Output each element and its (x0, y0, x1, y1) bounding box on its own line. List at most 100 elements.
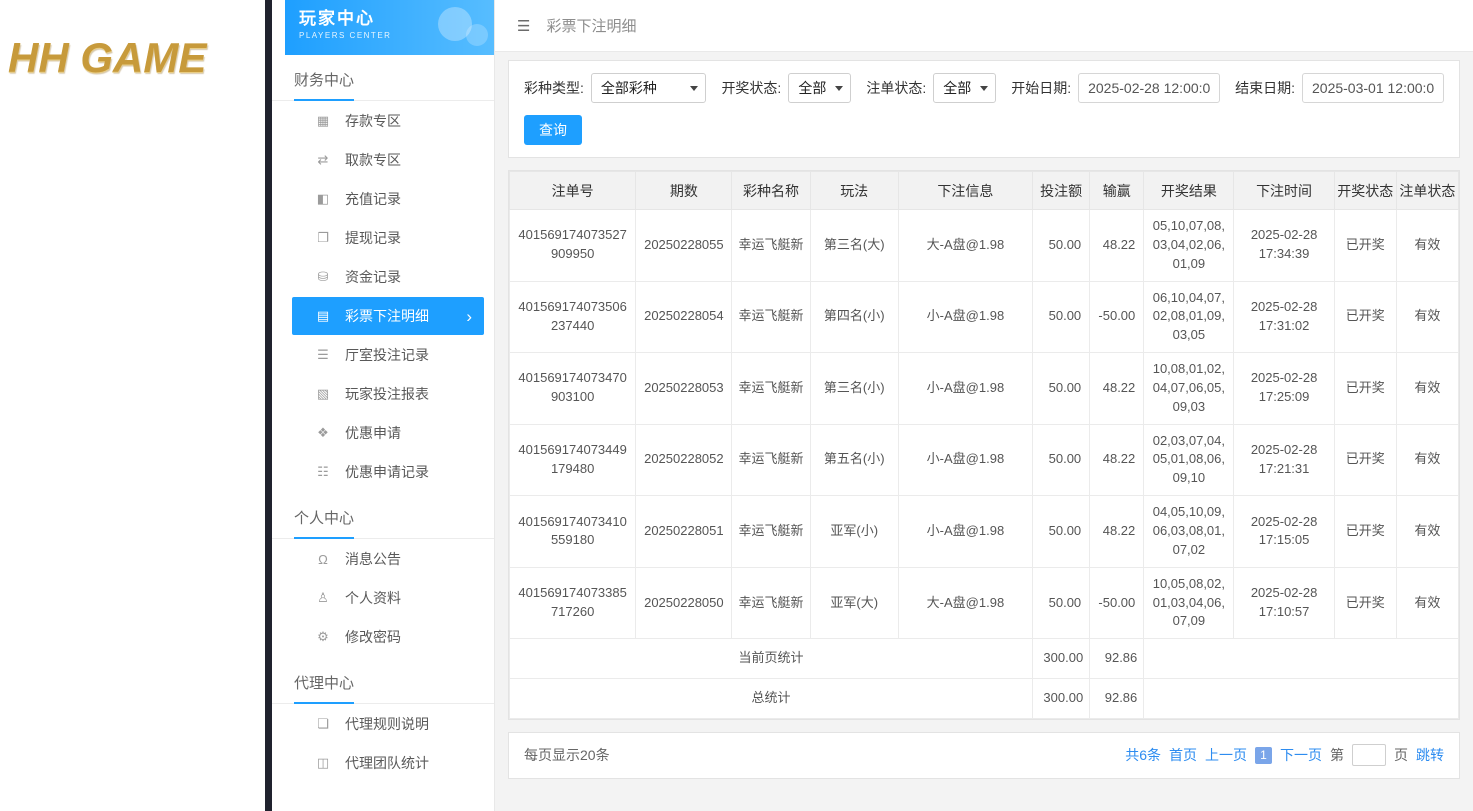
sidebar-item-promo-application-records[interactable]: ☷ 优惠申请记录 (292, 453, 484, 491)
cell-draw-status: 已开奖 (1333, 566, 1397, 640)
search-button[interactable]: 查询 (524, 115, 582, 145)
cell-win-loss: 48.22 (1089, 423, 1145, 497)
cell-order-status: 有效 (1395, 280, 1459, 354)
cell-draw-result: 02,03,07,04,05,01,08,06,09,10 (1143, 423, 1235, 497)
page-title: 彩票下注明细 (546, 18, 637, 35)
sidebar-item-change-password[interactable]: ⚙ 修改密码 (292, 618, 484, 656)
gear-icon: ⚙ (317, 629, 329, 644)
chevron-right-icon: › (466, 306, 472, 326)
sidebar-item-announcements[interactable]: Ω 消息公告 (292, 540, 484, 578)
cell-order-no: 401569174073506237440 (509, 280, 637, 354)
sidebar-item-player-bet-report[interactable]: ▧ 玩家投注报表 (292, 375, 484, 413)
start-date-label: 开始日期: (1011, 80, 1072, 96)
summary-row: 总统计 300.00 92.86 (509, 678, 1459, 719)
sidebar-item-deposit-zone[interactable]: ▦ 存款专区 (292, 102, 484, 140)
total-count-text: 共6条 (1125, 747, 1161, 764)
table-header-row: 注单号 期数 彩种名称 玩法 下注信息 投注额 输赢 开奖结果 下注时间 开奖状态 注单状态 (509, 171, 1459, 210)
cell-bet-time: 2025-02-28 17:34:39 (1233, 209, 1335, 282)
content: 彩种类型: 全部彩种 开奖状态: 全部 注单状态: 全部 开始日期: 结束日期: (495, 52, 1473, 779)
lottery-type-select[interactable]: 全部彩种 (590, 73, 707, 103)
withdrawal-record-icon: ❐ (317, 230, 329, 245)
cell-lottery-name: 幸运飞艇新 (731, 280, 811, 354)
col-header-bet-info: 下注信息 (897, 171, 1034, 210)
section-title-finance-center: 财务中心 (272, 61, 494, 101)
promo-record-icon: ☷ (317, 464, 329, 479)
hamburger-icon[interactable]: ☰ (517, 17, 530, 35)
withdraw-icon: ⇄ (317, 152, 329, 167)
sidebar-item-funds-records[interactable]: ⛁ 资金记录 (292, 258, 484, 296)
cell-win-loss: -50.00 (1089, 566, 1145, 640)
cell-draw-result: 04,05,10,09,06,03,08,01,07,02 (1143, 495, 1235, 568)
filter-panel: 彩种类型: 全部彩种 开奖状态: 全部 注单状态: 全部 开始日期: 结束日期: (508, 60, 1460, 158)
sidebar-item-agent-team-stats[interactable]: ◫ 代理团队统计 (292, 744, 484, 782)
cell-period: 20250228052 (635, 423, 733, 497)
cell-draw-status: 已开奖 (1333, 352, 1397, 425)
sidebar-item-profile[interactable]: ♙ 个人资料 (292, 579, 484, 617)
end-date-input[interactable] (1302, 73, 1444, 103)
cell-play-type: 亚军(大) (809, 566, 899, 640)
goto-suffix-label: 页 (1394, 747, 1408, 764)
pagination-bar: 每页显示20条 共6条 首页 上一页 1 下一页 第 页 跳转 (508, 731, 1460, 779)
current-page-badge[interactable]: 1 (1255, 746, 1272, 764)
next-page-link[interactable]: 下一页 (1280, 745, 1322, 765)
table-row: 401569174073449179480 20250228052 幸运飞艇新 第五名… (509, 423, 1459, 497)
start-date-input[interactable] (1078, 73, 1221, 103)
section-title-agent-center: 代理中心 (272, 658, 494, 704)
cell-play-type: 第三名(小) (809, 352, 899, 425)
sidebar-item-recharge-records[interactable]: ◧ 充值记录 (292, 180, 484, 218)
bet-detail-icon: ▤ (316, 308, 330, 323)
cell-order-status: 有效 (1395, 566, 1459, 640)
page-goto-input[interactable] (1352, 744, 1386, 767)
cell-draw-status: 已开奖 (1333, 209, 1397, 282)
caret-down-icon (835, 86, 844, 91)
summary-bet-total: 300.00 (1032, 638, 1091, 680)
sidebar-header: 玩家中心 PLAYERS CENTER (285, 0, 494, 55)
chart-icon: ◫ (316, 755, 330, 770)
table-row: 401569174073410559180 20250228051 幸运飞艇新 亚军(… (509, 495, 1459, 568)
summary-label: 总统计 (509, 678, 1034, 719)
col-header-bet-time: 下注时间 (1233, 171, 1335, 210)
sidebar-item-lottery-bet-details[interactable]: ▤ 彩票下注明细 › (292, 297, 484, 335)
col-header-bet-amount: 投注额 (1032, 171, 1091, 210)
sidebar-item-hall-bet-records[interactable]: ☰ 厅室投注记录 (292, 336, 484, 374)
cell-lottery-name: 幸运飞艇新 (731, 423, 811, 497)
cell-period: 20250228053 (635, 352, 733, 425)
col-header-order-no: 注单号 (509, 171, 637, 210)
funds-icon: ⛁ (317, 269, 329, 284)
first-page-link[interactable]: 首页 (1169, 745, 1197, 765)
cell-period: 20250228054 (635, 280, 733, 354)
summary-win-total: 92.86 (1089, 678, 1145, 719)
draw-status-select[interactable]: 全部 (788, 73, 852, 103)
pagination-controls: 共6条 首页 上一页 1 下一页 第 页 跳转 (1125, 744, 1444, 767)
summary-row: 当前页统计 300.00 92.86 (509, 638, 1459, 680)
summary-empty-cell (1143, 678, 1459, 719)
cell-order-status: 有效 (1395, 352, 1459, 425)
lottery-type-value: 全部彩种 (600, 80, 657, 96)
report-icon: ▧ (316, 386, 330, 401)
document-icon: ❏ (317, 716, 329, 731)
lottery-type-label: 彩种类型: (524, 80, 584, 96)
table-row: 401569174073506237440 20250228054 幸运飞艇新 第四名… (509, 280, 1459, 354)
sidebar-item-agent-rules[interactable]: ❏ 代理规则说明 (292, 705, 484, 743)
cell-bet-info: 小-A盘@1.98 (897, 423, 1034, 497)
cell-draw-result: 10,08,01,02,04,07,06,05,09,03 (1143, 352, 1235, 425)
goto-prefix-label: 第 (1330, 747, 1344, 764)
order-status-select[interactable]: 全部 (933, 73, 997, 103)
cell-play-type: 亚军(小) (809, 495, 899, 568)
goto-button[interactable]: 跳转 (1416, 745, 1444, 765)
sidebar-item-withdrawal-records[interactable]: ❐ 提现记录 (292, 219, 484, 257)
cell-bet-amount: 50.00 (1032, 495, 1091, 568)
sidebar-nav: 财务中心 ▦ 存款专区 ⇄ 取款专区 ◧ 充值记录 ❐ 提现记录 ⛁ 资金记录 ▤ 彩票下注明细 › ☰ 厅室… (272, 61, 494, 782)
prev-page-link[interactable]: 上一页 (1205, 745, 1247, 765)
user-icon: ♙ (317, 590, 329, 605)
summary-label: 当前页统计 (509, 638, 1034, 680)
deposit-icon: ▦ (316, 113, 330, 128)
cell-order-no: 401569174073470903100 (509, 352, 637, 425)
cell-period: 20250228055 (635, 209, 733, 282)
sidebar-item-promo-application[interactable]: ❖ 优惠申请 (292, 414, 484, 452)
cell-draw-result: 05,10,07,08,03,04,02,06,01,09 (1143, 209, 1235, 282)
cell-order-no: 401569174073410559180 (509, 495, 637, 568)
cell-draw-status: 已开奖 (1333, 280, 1397, 354)
sidebar-item-withdraw-zone[interactable]: ⇄ 取款专区 (292, 141, 484, 179)
col-header-draw-result: 开奖结果 (1143, 171, 1235, 210)
